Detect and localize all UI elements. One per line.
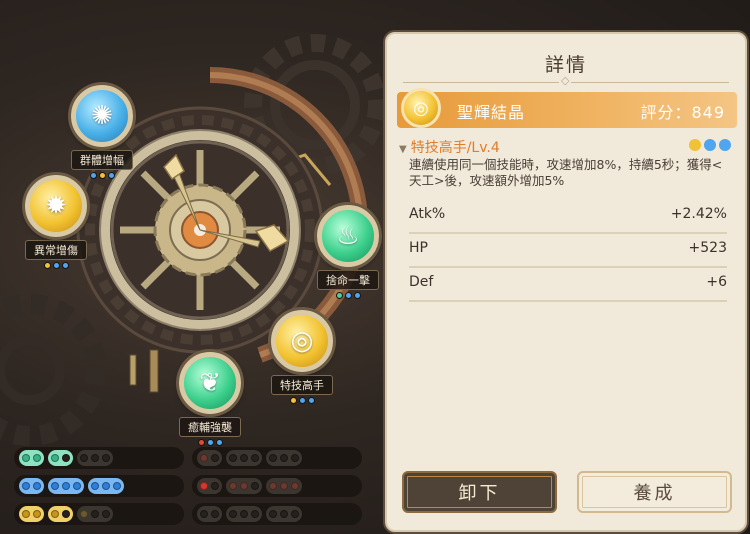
slot-pill <box>48 478 84 494</box>
spiral-icon: ◎ <box>271 310 333 372</box>
node-dots <box>0 262 116 269</box>
node-heal-enhance[interactable]: ❦ 癒輔強襲 <box>150 352 270 446</box>
slot-group <box>14 447 184 469</box>
slot-pill <box>77 450 113 466</box>
slot-pill <box>19 478 44 494</box>
node-label: 癒輔強襲 <box>179 417 241 437</box>
gear-stage: ✺ 群體增幅 ✹ 異常增傷 ♨ 捨命一擊 ◎ 特技高手 ❦ 癒輔強襲 <box>0 0 390 534</box>
wind-icon: ✺ <box>71 85 133 147</box>
skill-dots <box>689 139 731 151</box>
skill-description: 連續使用同一個技能時，攻速增加8%，持續5秒；獲得<天工>後，攻速額外增加5% <box>409 157 723 188</box>
stat-key: Atk% <box>409 206 446 222</box>
upgrade-button[interactable]: 養成 <box>577 471 732 513</box>
slot-pill <box>197 506 222 522</box>
slot-pill <box>19 506 44 522</box>
stat-key: HP <box>409 240 428 256</box>
stat-row: Atk% +2.42% <box>409 206 727 234</box>
node-dots <box>288 292 390 299</box>
crystal-header: ◎ 聖輝結晶 評分：849 <box>397 88 737 128</box>
slot-pill <box>266 478 302 494</box>
skill-name: ▼ 特技高手/Lv.4 <box>399 140 500 156</box>
skill-header[interactable]: ▼ 特技高手/Lv.4 <box>399 137 735 156</box>
slot-group <box>192 503 362 525</box>
node-label: 異常增傷 <box>25 240 87 260</box>
stat-value: +6 <box>706 274 727 290</box>
slot-pill <box>48 506 73 522</box>
slot-pill <box>266 506 302 522</box>
crystal-name: 聖輝結晶 <box>457 103 526 122</box>
sun-icon: ✹ <box>25 175 87 237</box>
slot-pill <box>77 506 113 522</box>
slot-pill <box>226 450 262 466</box>
node-label: 群體增幅 <box>71 150 133 170</box>
slot-bars <box>14 447 374 531</box>
stat-value: +523 <box>688 240 727 256</box>
slot-pill <box>19 450 44 466</box>
node-anomaly-boost[interactable]: ✹ 異常增傷 <box>0 175 116 269</box>
slot-pill <box>266 450 302 466</box>
node-dots <box>150 439 270 446</box>
slot-group <box>192 475 362 497</box>
flame-icon: ♨ <box>317 205 379 267</box>
node-all-in-strike[interactable]: ♨ 捨命一擊 <box>288 205 390 299</box>
node-group-boost[interactable]: ✺ 群體增幅 <box>42 85 162 179</box>
crystal-score: 評分：849 <box>640 103 725 122</box>
slot-pill <box>88 478 124 494</box>
title-divider <box>403 74 729 87</box>
unequip-button[interactable]: 卸下 <box>402 471 557 513</box>
slot-pill <box>197 478 222 494</box>
slot-pill <box>226 478 262 494</box>
stat-key: Def <box>409 274 434 290</box>
slot-pill <box>197 450 222 466</box>
stat-row: HP +523 <box>409 240 727 268</box>
slot-pill <box>48 450 73 466</box>
node-label: 特技高手 <box>271 375 333 395</box>
node-label: 捨命一擊 <box>317 270 379 290</box>
details-panel: 詳情 ◎ 聖輝結晶 評分：849 ▼特技高手/Lv.4 連續使用同一個技能時，攻… <box>385 32 747 532</box>
slot-group <box>14 503 184 525</box>
slot-pill <box>226 506 262 522</box>
stat-value: +2.42% <box>670 206 727 222</box>
crystal-spiral-icon: ◎ <box>401 88 441 128</box>
triangle-down-icon: ▼ <box>399 144 407 155</box>
slot-group <box>14 475 184 497</box>
slot-group <box>192 447 362 469</box>
leaf-icon: ❦ <box>179 352 241 414</box>
panel-title: 詳情 <box>544 54 587 76</box>
stat-row: Def +6 <box>409 274 727 302</box>
